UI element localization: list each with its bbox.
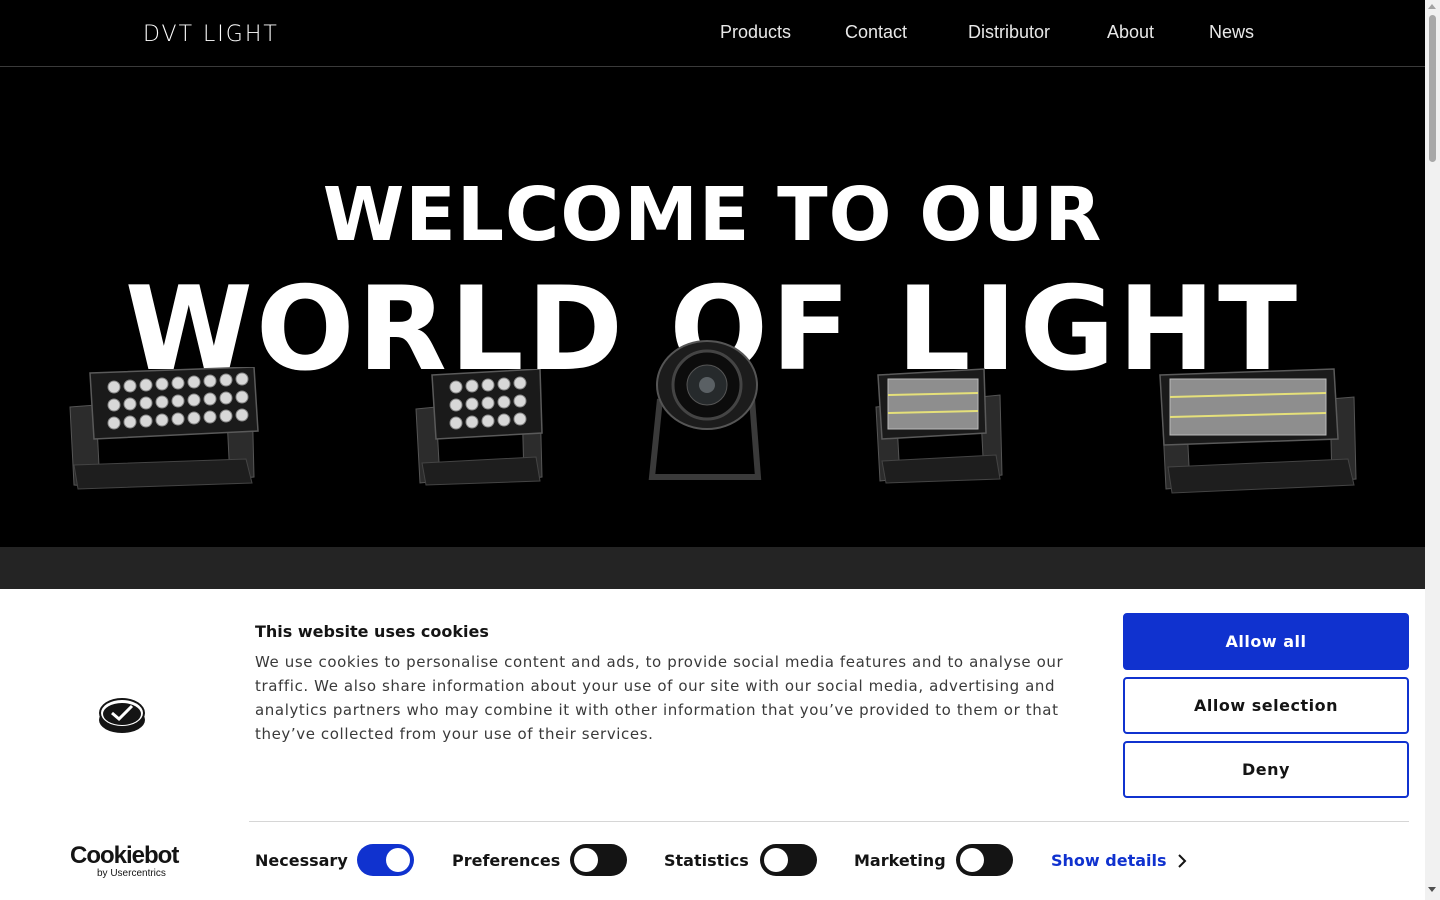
nav-about[interactable]: About (1107, 22, 1154, 43)
toggle-knob (574, 848, 598, 872)
allow-all-button[interactable]: Allow all (1123, 613, 1409, 670)
wash-light-fixture-medium (415, 369, 543, 486)
chevron-right-icon[interactable] (1177, 854, 1187, 868)
content-band (0, 547, 1425, 589)
nav-contact[interactable]: Contact (845, 22, 907, 43)
show-details-link[interactable]: Show details (1051, 851, 1167, 870)
cookie-description: We use cookies to personalise content an… (255, 653, 1064, 743)
toggle-knob (764, 848, 788, 872)
scroll-thumb[interactable] (1429, 15, 1436, 162)
cookiebot-name: Cookiebot (70, 842, 179, 869)
toggle-marketing[interactable] (956, 844, 1013, 876)
scroll-down-arrow-icon[interactable] (1428, 887, 1436, 892)
deny-button[interactable]: Deny (1123, 741, 1409, 798)
hero-section: WELCOME TO OUR WORLD OF LIGHT (0, 67, 1425, 547)
site-logo[interactable]: DVT LIGHT (143, 22, 279, 48)
strobe-light-fixture-large (1159, 368, 1357, 494)
toggle-label-preferences: Preferences (452, 851, 561, 870)
spot-light-fixture (648, 340, 762, 480)
nav-news[interactable]: News (1209, 22, 1254, 43)
wash-light-fixture-large (69, 367, 259, 490)
toggle-knob (386, 848, 410, 872)
page-scrollbar[interactable] (1425, 0, 1440, 900)
toggle-knob (960, 848, 984, 872)
site-header: DVT LIGHT Products Contact Distributor A… (0, 0, 1425, 67)
cookie-title: This website uses cookies (255, 622, 489, 641)
hero-heading-line1: WELCOME TO OUR (322, 172, 1103, 258)
cookiebot-brand[interactable]: Cookiebot by Usercentrics (70, 842, 179, 880)
nav-products[interactable]: Products (720, 22, 791, 43)
toggle-statistics[interactable] (760, 844, 817, 876)
toggle-necessary[interactable] (357, 844, 414, 876)
scroll-up-arrow-icon[interactable] (1428, 4, 1436, 9)
cookie-divider (249, 821, 1409, 822)
allow-selection-button[interactable]: Allow selection (1123, 677, 1409, 734)
toggle-label-marketing: Marketing (854, 851, 946, 870)
toggle-preferences[interactable] (570, 844, 627, 876)
toggle-label-necessary: Necessary (255, 851, 348, 870)
toggle-label-statistics: Statistics (664, 851, 749, 870)
cookie-banner: This website uses cookies We use cookies… (0, 589, 1425, 900)
nav-distributor[interactable]: Distributor (968, 22, 1050, 43)
cookiebot-logo-icon (99, 698, 145, 733)
strobe-light-fixture-medium (875, 368, 1003, 484)
cookiebot-subtitle: by Usercentrics (97, 868, 166, 879)
